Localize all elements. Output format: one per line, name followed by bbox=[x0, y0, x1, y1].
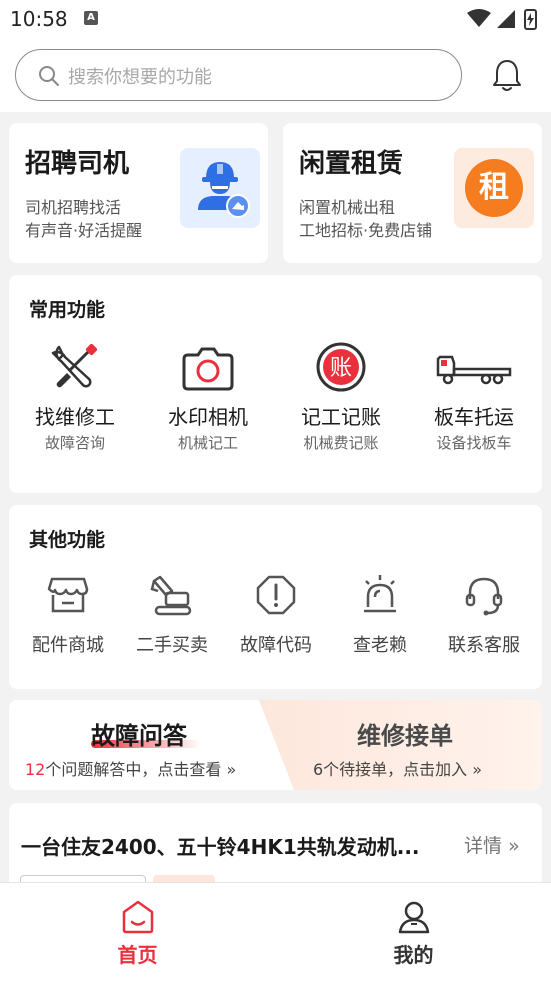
feature-sub: 故障咨询 bbox=[44, 434, 105, 452]
other-functions-card: 其他功能 配件商城 二手买卖 故障代码 查老赖 联系客服 bbox=[9, 505, 542, 689]
status-time: 10:58 bbox=[10, 7, 68, 31]
ledger-icon: 账 bbox=[316, 342, 366, 392]
rent-badge-icon: 租 bbox=[454, 148, 534, 228]
promo-subtitle: 司机招聘找活 bbox=[25, 198, 122, 217]
other-check-debtor[interactable]: 查老赖 bbox=[328, 573, 432, 657]
section-title-other: 其他功能 bbox=[29, 529, 106, 551]
promo-subtitle: 有声音·好活提醒 bbox=[25, 221, 143, 240]
flatbed-truck-icon bbox=[436, 355, 512, 385]
tab-label: 首页 bbox=[117, 943, 158, 967]
news-detail-link[interactable]: 详情 » bbox=[464, 831, 520, 858]
feature-label: 找维修工 bbox=[35, 405, 115, 429]
feature-label: 板车托运 bbox=[434, 405, 514, 429]
promo-subtitle: 工地招标·免费店铺 bbox=[299, 221, 433, 240]
signal-icon bbox=[497, 10, 515, 28]
feature-flatbed-transport[interactable]: 板车托运 设备找板车 bbox=[408, 341, 540, 453]
qa-card: 故障问答 12个问题解答中，点击查看 » 维修接单 6个待接单，点击加入 » bbox=[9, 700, 542, 790]
feature-label: 水印相机 bbox=[168, 405, 248, 429]
headset-icon bbox=[465, 577, 503, 616]
qa-right-text: 6个待接单，点击加入 bbox=[313, 760, 468, 779]
qa-left-subtitle: 12个问题解答中，点击查看 » bbox=[25, 756, 236, 780]
search-header: 搜索你想要的功能 bbox=[0, 38, 551, 112]
news-title: 一台住友2400、五十铃4HK1共轨发动机... bbox=[21, 835, 420, 859]
promo-card-driver[interactable]: 招聘司机 司机招聘找活 有声音·好活提醒 bbox=[9, 123, 268, 263]
double-chevron-right-icon: » bbox=[508, 835, 520, 857]
rent-badge-glyph: 租 bbox=[465, 159, 523, 217]
other-label: 查老赖 bbox=[353, 635, 407, 656]
feature-sub: 机械费记账 bbox=[303, 434, 379, 452]
other-parts-mall[interactable]: 配件商城 bbox=[16, 573, 120, 657]
wifi-icon bbox=[467, 9, 491, 27]
bottom-tab-bar: 首页 我的 bbox=[0, 882, 551, 981]
news-detail-label: 详情 bbox=[464, 835, 503, 857]
feature-watermark-camera[interactable]: 水印相机 机械记工 bbox=[142, 341, 274, 453]
promo-card-rental[interactable]: 闲置租赁 闲置机械出租 工地招标·免费店铺 租 bbox=[283, 123, 542, 263]
excavator-icon bbox=[150, 575, 192, 616]
camera-icon bbox=[182, 347, 234, 391]
tab-mine[interactable]: 我的 bbox=[276, 883, 551, 981]
section-title-common: 常用功能 bbox=[29, 299, 106, 321]
qa-left-text: 个问题解答中，点击查看 bbox=[45, 760, 222, 779]
other-second-hand[interactable]: 二手买卖 bbox=[120, 573, 224, 657]
store-icon bbox=[47, 577, 89, 613]
promo-title: 招聘司机 bbox=[25, 149, 130, 179]
other-label: 联系客服 bbox=[448, 635, 520, 656]
qa-right-subtitle: 6个待接单，点击加入 » bbox=[313, 756, 482, 780]
tab-label: 我的 bbox=[393, 943, 434, 967]
alarm-light-icon bbox=[364, 575, 396, 613]
search-icon bbox=[39, 66, 59, 86]
promo-title: 闲置租赁 bbox=[299, 149, 404, 179]
user-icon bbox=[398, 901, 429, 934]
feature-ledger[interactable]: 账 记工记账 机械费记账 bbox=[275, 341, 407, 453]
feature-sub: 机械记工 bbox=[177, 434, 238, 452]
search-input[interactable]: 搜索你想要的功能 bbox=[15, 49, 462, 101]
home-icon bbox=[122, 900, 153, 934]
other-label: 配件商城 bbox=[32, 635, 104, 656]
feature-find-repair[interactable]: 找维修工 故障咨询 bbox=[9, 341, 141, 453]
driver-worker-icon bbox=[180, 148, 260, 228]
other-label: 二手买卖 bbox=[136, 635, 208, 656]
wrench-screwdriver-icon bbox=[51, 343, 98, 388]
qa-fault-questions[interactable]: 故障问答 12个问题解答中，点击查看 » bbox=[9, 700, 269, 790]
warning-octagon-icon bbox=[256, 575, 296, 615]
system-status-icons bbox=[467, 9, 537, 30]
other-customer-service[interactable]: 联系客服 bbox=[432, 573, 536, 657]
promo-subtitle: 闲置机械出租 bbox=[299, 198, 396, 217]
qa-left-count: 12 bbox=[25, 760, 46, 779]
other-label: 故障代码 bbox=[240, 635, 312, 656]
qa-left-title: 故障问答 bbox=[91, 722, 187, 750]
qa-repair-orders[interactable]: 维修接单 6个待接单，点击加入 » bbox=[269, 700, 542, 790]
search-placeholder: 搜索你想要的功能 bbox=[68, 67, 212, 88]
bell-icon[interactable] bbox=[492, 58, 522, 92]
status-bar: 10:58 A bbox=[0, 0, 551, 38]
feature-sub: 设备找板车 bbox=[436, 434, 512, 452]
feature-label: 记工记账 bbox=[301, 405, 381, 429]
qa-right-title: 维修接单 bbox=[357, 722, 453, 750]
double-chevron-right-icon: » bbox=[472, 760, 483, 779]
double-chevron-right-icon: » bbox=[226, 760, 237, 779]
ledger-glyph: 账 bbox=[330, 356, 352, 381]
other-fault-code[interactable]: 故障代码 bbox=[224, 573, 328, 657]
common-functions-card: 常用功能 找维修工 故障咨询 水印相机 机械记工 账 记工记账 机械费记账 板车… bbox=[9, 275, 542, 493]
tab-home[interactable]: 首页 bbox=[0, 883, 275, 981]
notification-a-icon: A bbox=[84, 11, 98, 25]
